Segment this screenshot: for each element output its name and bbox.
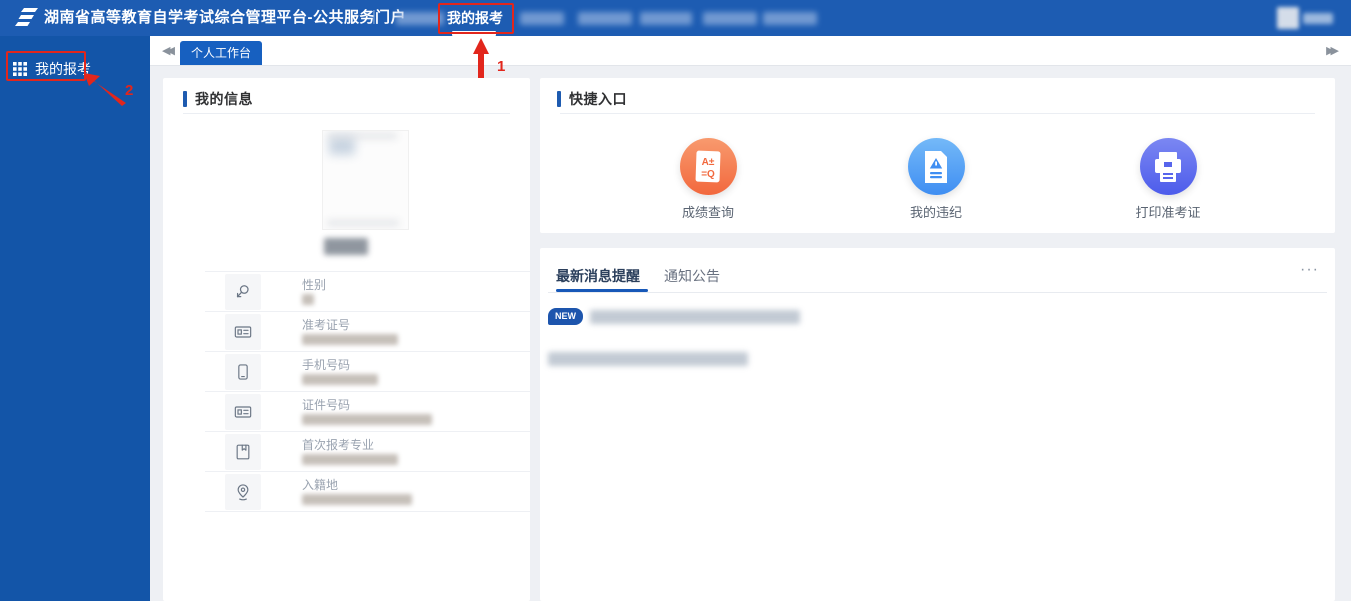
redacted-nav-item[interactable] xyxy=(520,12,564,25)
printer-icon xyxy=(1140,138,1197,195)
redacted-nav-item[interactable] xyxy=(763,12,817,25)
tab-latest-messages[interactable]: 最新消息提醒 xyxy=(556,266,640,286)
field-value-redacted xyxy=(302,454,398,465)
profile-name-redacted xyxy=(324,238,368,255)
my-info-title: 我的信息 xyxy=(195,89,253,109)
score-query-icon: A± =Q xyxy=(680,138,737,195)
quick-link-score-query[interactable]: A± =Q 成绩查询 xyxy=(648,138,768,221)
my-info-header: 我的信息 xyxy=(183,89,253,109)
message-item[interactable] xyxy=(548,350,1327,372)
field-value-redacted xyxy=(302,294,314,305)
phone-icon xyxy=(225,354,261,390)
id-card-icon xyxy=(225,394,261,430)
section-accent-bar xyxy=(557,91,561,107)
annotation-label-step2: 2 xyxy=(125,82,133,99)
redacted-nav-item[interactable] xyxy=(396,12,444,25)
messages-card: 最新消息提醒 通知公告 ··· NEW xyxy=(540,248,1335,601)
sidebar-item-my-registration[interactable]: 我的报考 xyxy=(0,56,150,82)
field-row-phone: 手机号码 xyxy=(163,352,530,392)
field-value-redacted xyxy=(302,374,378,385)
message-item[interactable]: NEW xyxy=(548,308,1327,330)
quick-entry-title: 快捷入口 xyxy=(569,89,627,109)
field-value-redacted xyxy=(302,334,398,345)
collapse-tabs-icon[interactable]: ◀◀ xyxy=(162,42,171,60)
violation-icon xyxy=(908,138,965,195)
tab-bar: ◀◀ 个人工作台 ▶▶ xyxy=(150,36,1351,66)
quick-link-print-admission-ticket[interactable]: 打印准考证 xyxy=(1108,138,1228,221)
divider xyxy=(548,292,1327,293)
divider xyxy=(560,113,1315,114)
id-card-icon xyxy=(225,314,261,350)
quick-link-my-violations[interactable]: 我的违纪 xyxy=(876,138,996,221)
tab-notices[interactable]: 通知公告 xyxy=(664,266,720,286)
field-row-exam-id: 准考证号 xyxy=(163,312,530,352)
redacted-nav-item[interactable] xyxy=(640,12,692,25)
divider xyxy=(183,113,510,114)
more-options-icon[interactable]: ··· xyxy=(1300,262,1319,278)
redacted-message-text xyxy=(548,352,748,366)
top-header: 湖南省高等教育自学考试综合管理平台-公共服务门户 | 我的报考 xyxy=(0,0,1351,36)
redacted-nav-item[interactable] xyxy=(703,12,757,25)
sidebar-item-label: 我的报考 xyxy=(35,59,91,79)
field-row-first-major: 首次报考专业 xyxy=(163,432,530,472)
svg-text:A±: A± xyxy=(702,157,715,168)
header-separator: | xyxy=(372,0,376,36)
field-value-redacted xyxy=(302,494,412,505)
svg-text:=Q: =Q xyxy=(701,169,715,180)
gender-icon xyxy=(225,274,261,310)
profile-photo-redacted xyxy=(322,130,409,230)
field-row-gender: 性别 xyxy=(163,272,530,312)
expand-tabs-icon[interactable]: ▶▶ xyxy=(1326,42,1335,60)
annotation-label-step1: 1 xyxy=(497,58,505,75)
user-name-redacted[interactable] xyxy=(1303,13,1333,24)
field-value-redacted xyxy=(302,414,432,425)
platform-logo-icon xyxy=(14,7,38,29)
field-row-id-number: 证件号码 xyxy=(163,392,530,432)
grid-icon xyxy=(13,62,27,76)
left-sidebar: 我的报考 xyxy=(0,36,150,601)
field-row-registration-place: 入籍地 xyxy=(163,472,530,512)
new-badge: NEW xyxy=(548,308,583,325)
redacted-nav-item[interactable] xyxy=(578,12,632,25)
quick-entry-card: 快捷入口 A± =Q 成绩查询 xyxy=(540,78,1335,233)
tab-personal-workspace[interactable]: 个人工作台 xyxy=(180,41,262,65)
location-icon xyxy=(225,474,261,510)
quick-entry-header: 快捷入口 xyxy=(557,89,627,109)
redacted-message-text xyxy=(590,310,800,324)
book-icon xyxy=(225,434,261,470)
section-accent-bar xyxy=(183,91,187,107)
user-avatar[interactable] xyxy=(1277,7,1299,29)
my-info-card: 我的信息 性别 准考证号 xyxy=(163,78,530,601)
app-root: 湖南省高等教育自学考试综合管理平台-公共服务门户 | 我的报考 我的报考 ◀◀ xyxy=(0,0,1351,601)
header-title: 湖南省高等教育自学考试综合管理平台-公共服务门户 xyxy=(44,0,406,36)
